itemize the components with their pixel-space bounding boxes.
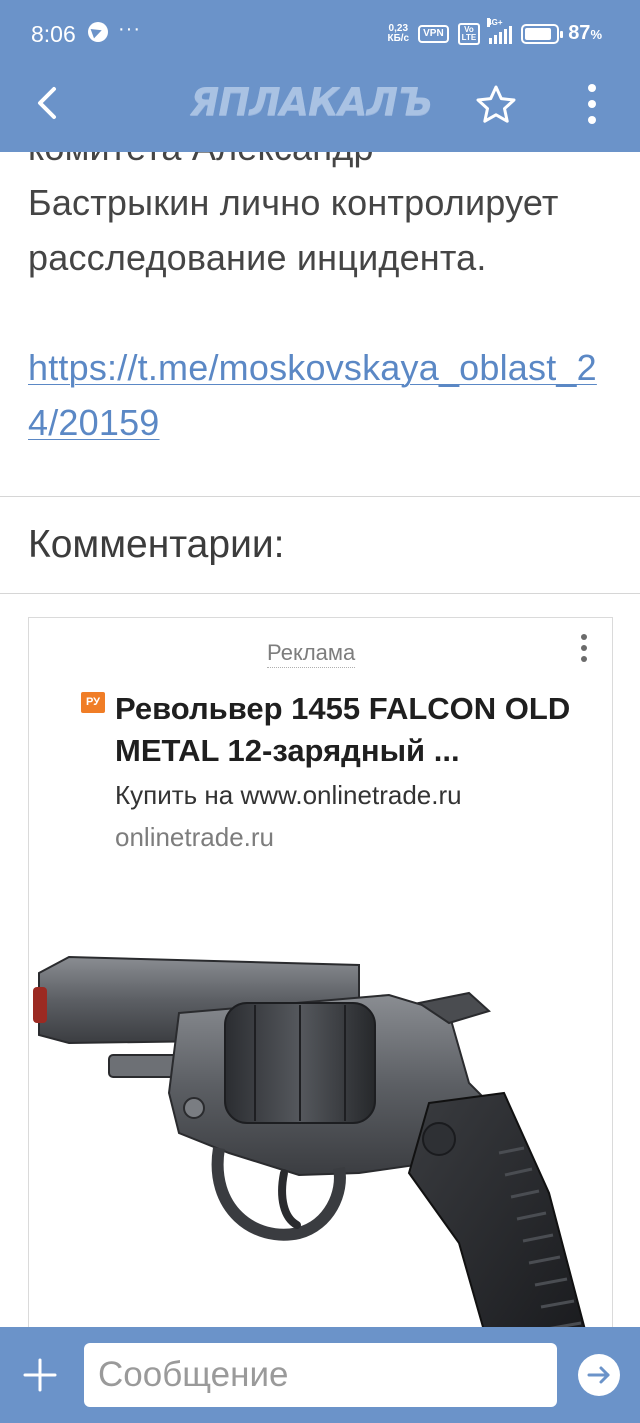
volte-bottom: LTE xyxy=(461,32,477,42)
ad-menu-dot xyxy=(581,645,587,651)
overflow-menu-button[interactable] xyxy=(580,80,604,128)
network-speed-unit: КБ/с xyxy=(387,32,410,44)
header: 8:06 ··· 0,23 КБ/с VPN Vo LTE 4G+ 87% ЯП… xyxy=(0,0,640,152)
battery-level xyxy=(525,27,552,40)
app-logo[interactable]: ЯПЛАКАЛЪ xyxy=(190,80,452,128)
app-bar: ЯПЛАКАЛЪ xyxy=(0,66,640,152)
send-arrow-icon xyxy=(587,1366,610,1384)
favorite-button[interactable] xyxy=(474,83,518,127)
send-button[interactable] xyxy=(578,1354,620,1396)
signal-icon: 4G+ xyxy=(487,17,513,44)
battery-percent-sign: % xyxy=(590,27,602,42)
ad-description: Купить на www.onlinetrade.ru xyxy=(115,780,462,810)
network-speed: 0,23 КБ/с xyxy=(387,22,410,44)
star-icon xyxy=(476,85,516,123)
network-type: 4G+ xyxy=(487,17,503,27)
telegram-icon xyxy=(88,22,108,42)
battery-icon xyxy=(521,23,564,44)
revolver-image[interactable] xyxy=(29,943,613,1377)
article-text: Бастрыкин лично контролирует расследован… xyxy=(28,182,559,278)
ad-domain: onlinetrade.ru xyxy=(115,822,274,852)
status-time: 8:06 xyxy=(31,21,76,47)
ad-title[interactable]: Револьвер 1455 FALCON OLD METAL 12-заряд… xyxy=(115,688,595,772)
battery-percent-value: 87 xyxy=(568,22,591,44)
message-input[interactable] xyxy=(84,1343,557,1407)
ad-menu-button[interactable] xyxy=(578,634,590,670)
ad-card[interactable]: Реклама РУ Револьвер 1455 FALCON OLD MET… xyxy=(28,617,613,1377)
more-vertical-icon xyxy=(588,84,596,124)
attach-button[interactable] xyxy=(22,1357,58,1393)
status-indicators: 0,23 КБ/с VPN Vo LTE 4G+ 87% xyxy=(387,17,602,45)
back-arrow-icon xyxy=(38,87,56,119)
network-speed-value: 0,23 xyxy=(388,22,409,34)
battery-percent: 87% xyxy=(568,22,602,45)
ad-label: Реклама xyxy=(267,640,356,668)
article-body: комитета Александр Бастрыкин лично контр… xyxy=(28,120,618,450)
message-composer xyxy=(0,1327,640,1423)
divider xyxy=(0,593,640,594)
ru-badge-icon: РУ xyxy=(81,692,105,713)
ad-menu-dot xyxy=(581,634,587,640)
logo-text: ЯПЛАКАЛЪ xyxy=(190,80,432,124)
plus-icon xyxy=(23,1358,57,1392)
status-notifications: ··· xyxy=(88,18,141,42)
back-button[interactable] xyxy=(28,83,68,123)
article-source-link[interactable]: https://t.me/moskovskaya_oblast_24/20159 xyxy=(28,340,618,450)
volte-icon: Vo LTE xyxy=(457,22,481,45)
more-notifications-icon: ··· xyxy=(118,17,141,40)
ad-menu-dot xyxy=(581,656,587,662)
vpn-badge: VPN xyxy=(418,24,449,43)
comments-heading: Комментарии: xyxy=(28,523,285,566)
divider xyxy=(0,496,640,497)
status-bar: 8:06 ··· 0,23 КБ/с VPN Vo LTE 4G+ 87% xyxy=(0,0,640,66)
